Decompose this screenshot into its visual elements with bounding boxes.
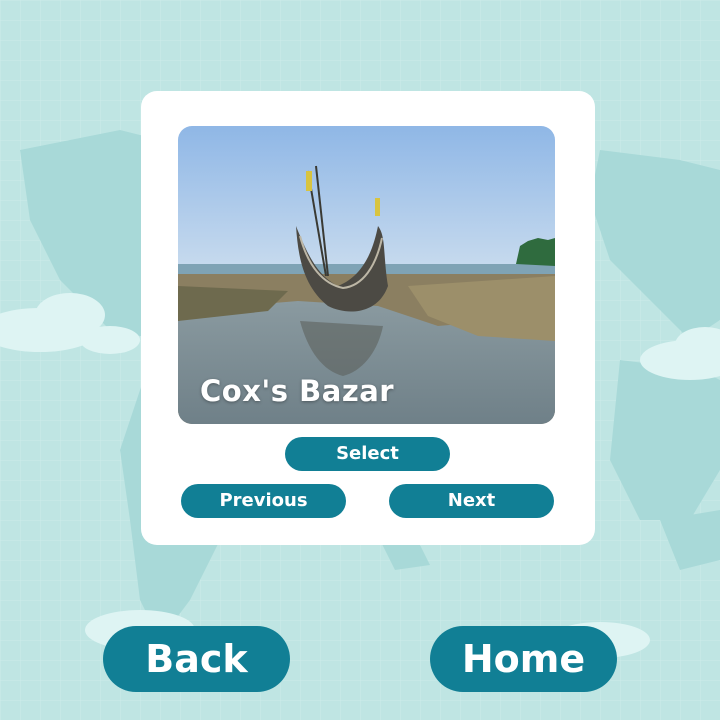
game-screen: Cox's Bazar Select Previous Next Back Ho… [0, 0, 720, 720]
destination-caption: Cox's Bazar [200, 374, 395, 408]
next-button[interactable]: Next [389, 484, 554, 518]
back-button[interactable]: Back [103, 626, 290, 692]
home-button[interactable]: Home [430, 626, 617, 692]
select-button[interactable]: Select [285, 437, 450, 471]
previous-button[interactable]: Previous [181, 484, 346, 518]
